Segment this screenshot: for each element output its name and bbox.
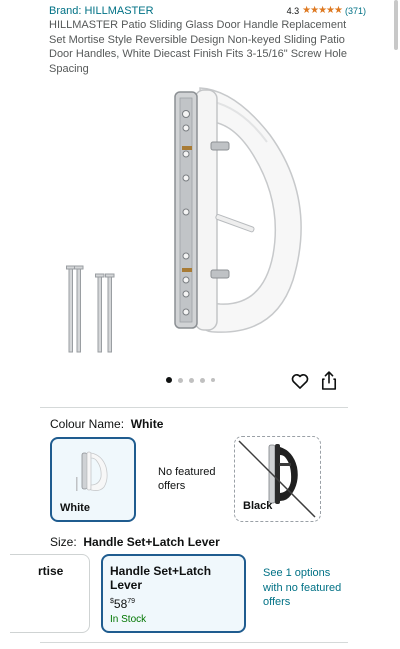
size-option-mortise[interactable]: rtise bbox=[10, 554, 90, 633]
size-label: Size: Handle Set+Latch Lever bbox=[50, 535, 220, 549]
swatch-label-black: Black bbox=[243, 500, 273, 512]
rating-summary[interactable]: 4.3 ★★★★★ (371) bbox=[287, 5, 366, 16]
size-option-handle-set-latch-lever[interactable]: Handle Set+Latch Lever $5879 In Stock bbox=[101, 554, 246, 633]
heart-icon[interactable] bbox=[290, 371, 310, 391]
carousel-dot[interactable] bbox=[178, 377, 183, 383]
colour-swatch-white[interactable]: White bbox=[50, 437, 136, 522]
image-carousel-dots[interactable] bbox=[166, 377, 215, 383]
star-rating-icon: ★★★★★ bbox=[302, 5, 343, 16]
product-image[interactable] bbox=[45, 80, 350, 372]
carousel-dot[interactable] bbox=[200, 377, 205, 383]
swatch-label-white: White bbox=[60, 502, 90, 514]
see-options-link[interactable]: See 1 options with no featured offers bbox=[263, 566, 343, 610]
rating-value: 4.3 bbox=[286, 5, 300, 16]
size-option-label: rtise bbox=[38, 564, 64, 578]
carousel-dot-active[interactable] bbox=[166, 377, 172, 383]
carousel-dot[interactable] bbox=[211, 378, 215, 382]
section-divider bbox=[40, 407, 348, 408]
size-selected-value: Handle Set+Latch Lever bbox=[83, 535, 220, 549]
colour-label: Colour Name: White bbox=[50, 417, 164, 431]
colour-swatch-black[interactable]: Black bbox=[234, 436, 321, 522]
screws-image bbox=[66, 265, 115, 353]
rating-count[interactable]: (371) bbox=[345, 6, 366, 16]
size-option-price: $5879 bbox=[110, 597, 136, 611]
size-option-label: Handle Set+Latch Lever bbox=[110, 564, 212, 592]
scrollbar-thumb[interactable] bbox=[394, 0, 398, 50]
share-icon[interactable] bbox=[321, 371, 337, 391]
section-divider bbox=[40, 642, 348, 643]
colour-selected-value: White bbox=[130, 417, 164, 431]
brand-link[interactable]: Brand: HILLMASTER bbox=[49, 5, 154, 17]
white-handle-thumbnail bbox=[76, 451, 108, 491]
carousel-dot[interactable] bbox=[189, 377, 194, 383]
product-title: HILLMASTER Patio Sliding Glass Door Hand… bbox=[49, 19, 347, 75]
no-featured-offers-text: No featured offers bbox=[158, 466, 216, 492]
availability-status: In Stock bbox=[110, 614, 147, 625]
